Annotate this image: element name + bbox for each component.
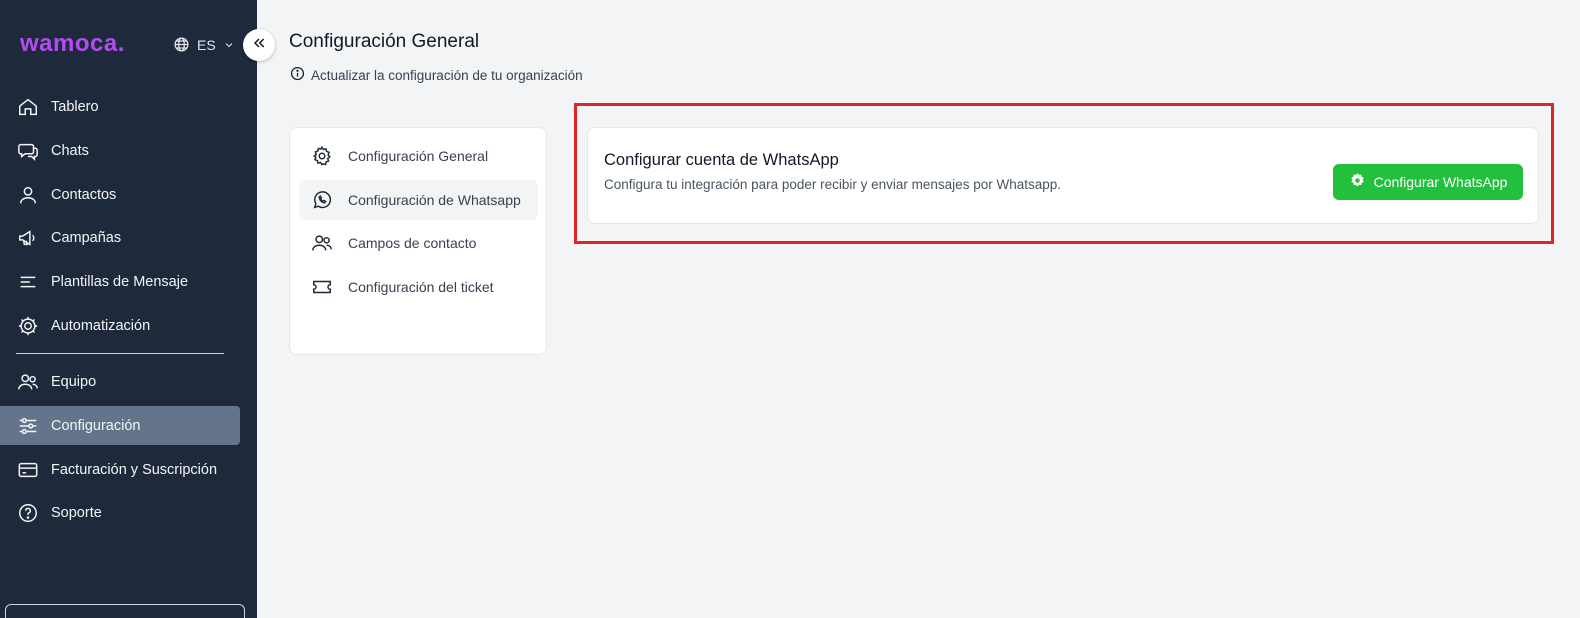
sidebar: wamoca. ES Tablero Chats Contactos Campa…: [0, 0, 257, 618]
cog-icon: [17, 315, 39, 337]
sidebar-item-label: Tablero: [51, 98, 99, 115]
sidebar-item-contactos[interactable]: Contactos: [0, 175, 240, 214]
language-selector[interactable]: ES: [173, 36, 235, 53]
sidebar-divider: [16, 353, 224, 354]
sidebar-item-chats[interactable]: Chats: [0, 131, 240, 170]
gear-icon: [1349, 172, 1366, 192]
settings-nav-label: Campos de contacto: [348, 235, 477, 251]
settings-nav-label: Configuración de Whatsapp: [348, 192, 521, 208]
settings-nav-item-general[interactable]: Configuración General: [299, 136, 538, 176]
settings-nav: Configuración General Configuración de W…: [289, 127, 547, 355]
sidebar-item-configuracion[interactable]: Configuración: [0, 406, 240, 445]
globe-icon: [173, 36, 190, 53]
sidebar-item-label: Configuración: [51, 417, 141, 434]
chat-bubbles-icon: [17, 140, 39, 162]
sidebar-item-plantillas[interactable]: Plantillas de Mensaje: [0, 262, 240, 301]
button-label: Configurar WhatsApp: [1373, 174, 1508, 190]
page-subtitle: Actualizar la configuración de tu organi…: [290, 66, 583, 84]
whatsapp-config-card: Configurar cuenta de WhatsApp Configura …: [587, 127, 1539, 224]
chevrons-left-icon: [251, 35, 267, 56]
gear-icon: [310, 144, 334, 168]
sidebar-bottom-panel[interactable]: [5, 604, 245, 618]
sidebar-item-label: Contactos: [51, 186, 117, 203]
whatsapp-icon: [310, 188, 334, 212]
sidebar-item-equipo[interactable]: Equipo: [0, 362, 240, 401]
language-code: ES: [197, 36, 216, 53]
help-circle-icon: [17, 502, 39, 524]
credit-card-icon: [17, 459, 39, 481]
brand-logo[interactable]: wamoca.: [20, 30, 125, 58]
page-title: Configuración General: [289, 31, 480, 52]
sidebar-item-label: Soporte: [51, 504, 102, 521]
text-lines-icon: [17, 271, 39, 293]
info-icon: [290, 66, 305, 84]
megaphone-icon: [17, 227, 39, 249]
subtitle-text: Actualizar la configuración de tu organi…: [311, 67, 583, 83]
sidebar-item-tablero[interactable]: Tablero: [0, 87, 240, 126]
sidebar-item-label: Facturación y Suscripción: [51, 461, 218, 478]
collapse-sidebar-button[interactable]: [243, 29, 275, 61]
sidebar-item-campanas[interactable]: Campañas: [0, 218, 240, 257]
configure-whatsapp-button[interactable]: Configurar WhatsApp: [1333, 164, 1523, 200]
users-icon: [17, 371, 39, 393]
sidebar-item-label: Plantillas de Mensaje: [51, 273, 189, 290]
sidebar-item-label: Automatización: [51, 317, 151, 334]
home-icon: [17, 96, 39, 118]
settings-nav-item-campos[interactable]: Campos de contacto: [299, 223, 538, 263]
sliders-icon: [17, 415, 39, 437]
chevron-down-icon: [223, 39, 235, 51]
sidebar-item-label: Equipo: [51, 373, 97, 390]
ticket-icon: [310, 275, 334, 299]
sidebar-item-label: Chats: [51, 142, 89, 159]
users-icon: [310, 231, 334, 255]
settings-nav-label: Configuración General: [348, 148, 489, 164]
sidebar-item-soporte[interactable]: Soporte: [0, 493, 240, 532]
card-title: Configurar cuenta de WhatsApp: [604, 151, 839, 169]
settings-nav-item-ticket[interactable]: Configuración del ticket: [299, 267, 538, 307]
settings-nav-item-whatsapp[interactable]: Configuración de Whatsapp: [299, 180, 538, 220]
user-icon: [17, 184, 39, 206]
sidebar-item-automatizacion[interactable]: Automatización: [0, 306, 240, 345]
sidebar-item-facturacion[interactable]: Facturación y Suscripción: [0, 450, 240, 489]
sidebar-item-label: Campañas: [51, 229, 122, 246]
card-description: Configura tu integración para poder reci…: [604, 177, 1061, 192]
settings-nav-label: Configuración del ticket: [348, 279, 494, 295]
